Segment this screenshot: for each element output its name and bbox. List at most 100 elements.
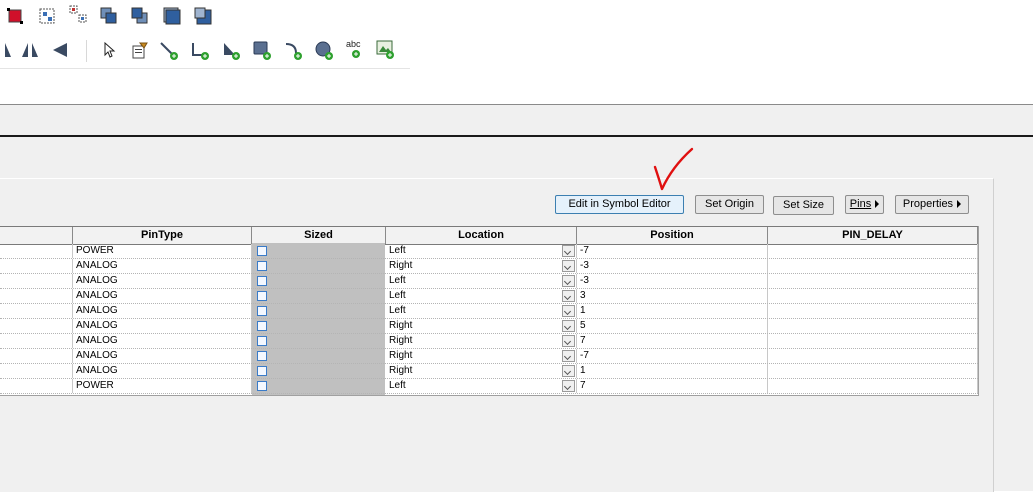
cell-pin-delay[interactable] bbox=[768, 379, 978, 393]
table-row[interactable]: ANALOG Right 5 bbox=[0, 319, 978, 334]
column-header-pin-delay[interactable]: PIN_DELAY bbox=[768, 227, 978, 244]
cell-position[interactable]: 3 bbox=[577, 289, 768, 303]
edit-properties-icon[interactable] bbox=[130, 40, 150, 60]
cell-location[interactable]: Right bbox=[386, 334, 577, 348]
cell-location[interactable]: Left bbox=[386, 289, 577, 303]
chevron-down-icon[interactable] bbox=[562, 275, 575, 287]
column-header-sized[interactable]: Sized bbox=[252, 227, 386, 244]
column-header-location[interactable]: Location bbox=[386, 227, 577, 244]
cell-position[interactable]: -3 bbox=[577, 259, 768, 273]
table-row[interactable]: ANALOG Right -7 bbox=[0, 349, 978, 364]
edit-in-symbol-editor-button[interactable]: Edit in Symbol Editor bbox=[555, 195, 684, 214]
set-size-button[interactable]: Set Size bbox=[773, 196, 834, 215]
cell-pintype[interactable]: ANALOG bbox=[73, 259, 252, 273]
sized-checkbox[interactable] bbox=[257, 261, 267, 271]
table-row[interactable]: ANALOG Right -3 bbox=[0, 259, 978, 274]
set-origin-button[interactable]: Set Origin bbox=[695, 195, 764, 214]
cell-location[interactable]: Right bbox=[386, 349, 577, 363]
add-line-icon[interactable] bbox=[160, 41, 180, 61]
select-group-icon[interactable] bbox=[37, 6, 57, 26]
sized-checkbox[interactable] bbox=[257, 351, 267, 361]
sized-checkbox[interactable] bbox=[257, 291, 267, 301]
sized-checkbox[interactable] bbox=[257, 246, 267, 256]
sized-checkbox[interactable] bbox=[257, 366, 267, 376]
column-header-pintype[interactable]: PinType bbox=[73, 227, 252, 244]
cell-pin-delay[interactable] bbox=[768, 364, 978, 378]
cell-position[interactable]: 5 bbox=[577, 319, 768, 333]
table-row[interactable]: ANALOG Left 1 bbox=[0, 304, 978, 319]
chevron-down-icon[interactable] bbox=[562, 335, 575, 347]
cell-location[interactable]: Left bbox=[386, 304, 577, 318]
column-header-position[interactable]: Position bbox=[577, 227, 768, 244]
cell-position[interactable]: -3 bbox=[577, 274, 768, 288]
cell-position[interactable]: -7 bbox=[577, 349, 768, 363]
send-to-back-icon[interactable] bbox=[193, 6, 213, 26]
cell-pin-delay[interactable] bbox=[768, 319, 978, 333]
chevron-down-icon[interactable] bbox=[562, 260, 575, 272]
cell-name[interactable] bbox=[0, 319, 73, 333]
cell-name[interactable] bbox=[0, 274, 73, 288]
cell-name[interactable] bbox=[0, 334, 73, 348]
add-arc-icon[interactable] bbox=[284, 41, 304, 61]
table-row[interactable]: ANALOG Left 3 bbox=[0, 289, 978, 304]
cell-name[interactable] bbox=[0, 364, 73, 378]
add-circle-icon[interactable] bbox=[315, 41, 335, 61]
add-polygon-icon[interactable] bbox=[222, 41, 242, 61]
cell-location[interactable]: Left bbox=[386, 274, 577, 288]
sized-checkbox[interactable] bbox=[257, 381, 267, 391]
cell-position[interactable]: 1 bbox=[577, 364, 768, 378]
sized-checkbox[interactable] bbox=[257, 336, 267, 346]
cell-position[interactable]: 1 bbox=[577, 304, 768, 318]
ungroup-icon[interactable] bbox=[68, 4, 88, 24]
bring-to-front-icon[interactable] bbox=[162, 6, 182, 26]
cell-pintype[interactable]: POWER bbox=[73, 244, 252, 258]
cell-position[interactable]: 7 bbox=[577, 379, 768, 393]
bring-forward-icon[interactable] bbox=[99, 6, 119, 26]
cell-pintype[interactable]: ANALOG bbox=[73, 274, 252, 288]
cell-pintype[interactable]: ANALOG bbox=[73, 334, 252, 348]
chevron-down-icon[interactable] bbox=[562, 290, 575, 302]
cell-pin-delay[interactable] bbox=[768, 289, 978, 303]
pins-menu-button[interactable]: Pins bbox=[845, 195, 884, 214]
cell-name[interactable] bbox=[0, 259, 73, 273]
cell-pin-delay[interactable] bbox=[768, 259, 978, 273]
sized-checkbox[interactable] bbox=[257, 321, 267, 331]
flip-horizontal-icon[interactable] bbox=[20, 40, 40, 60]
red-fill-icon[interactable] bbox=[5, 6, 25, 26]
cell-pintype[interactable]: ANALOG bbox=[73, 364, 252, 378]
cell-pin-delay[interactable] bbox=[768, 244, 978, 258]
add-image-icon[interactable] bbox=[376, 40, 396, 60]
cell-pintype[interactable]: ANALOG bbox=[73, 319, 252, 333]
cell-pintype[interactable]: ANALOG bbox=[73, 304, 252, 318]
chevron-down-icon[interactable] bbox=[562, 320, 575, 332]
cell-position[interactable]: -7 bbox=[577, 244, 768, 258]
cell-name[interactable] bbox=[0, 349, 73, 363]
cell-location[interactable]: Left bbox=[386, 244, 577, 258]
flip-vertical-icon[interactable] bbox=[0, 40, 14, 60]
cell-position[interactable]: 7 bbox=[577, 334, 768, 348]
cell-location[interactable]: Right bbox=[386, 364, 577, 378]
table-row[interactable]: POWER Left -7 bbox=[0, 244, 978, 259]
chevron-down-icon[interactable] bbox=[562, 365, 575, 377]
cell-pintype[interactable]: POWER bbox=[73, 379, 252, 393]
table-row[interactable]: ANALOG Left -3 bbox=[0, 274, 978, 289]
add-rectangle-icon[interactable] bbox=[253, 41, 273, 61]
table-row[interactable]: ANALOG Right 1 bbox=[0, 364, 978, 379]
cell-name[interactable] bbox=[0, 289, 73, 303]
chevron-down-icon[interactable] bbox=[562, 245, 575, 257]
cell-pintype[interactable]: ANALOG bbox=[73, 349, 252, 363]
add-polyline-icon[interactable] bbox=[191, 41, 211, 61]
rotate-icon[interactable] bbox=[51, 40, 71, 60]
pointer-icon[interactable] bbox=[99, 40, 119, 60]
cell-name[interactable] bbox=[0, 304, 73, 318]
sized-checkbox[interactable] bbox=[257, 276, 267, 286]
send-backward-icon[interactable] bbox=[130, 6, 150, 26]
cell-name[interactable] bbox=[0, 244, 73, 258]
cell-location[interactable]: Right bbox=[386, 259, 577, 273]
column-header-name[interactable] bbox=[0, 227, 73, 244]
cell-pin-delay[interactable] bbox=[768, 349, 978, 363]
cell-pin-delay[interactable] bbox=[768, 334, 978, 348]
chevron-down-icon[interactable] bbox=[562, 305, 575, 317]
cell-pin-delay[interactable] bbox=[768, 304, 978, 318]
cell-name[interactable] bbox=[0, 379, 73, 393]
